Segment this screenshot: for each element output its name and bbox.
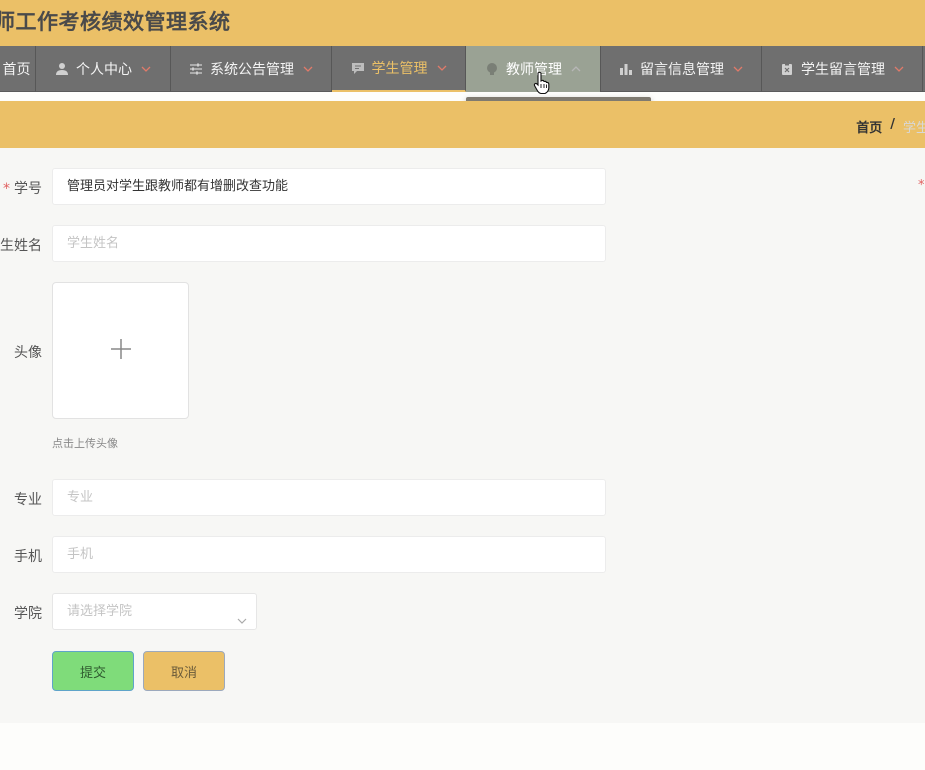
comment-icon [350, 60, 366, 76]
avatar-upload-tip: 点击上传头像 [52, 437, 118, 450]
chevron-up-icon [570, 63, 582, 75]
chevron-down-icon [893, 63, 905, 75]
bulb-icon [484, 61, 500, 77]
student-id-label: * 学号 [3, 181, 42, 197]
required-mark: * [3, 181, 10, 197]
nav-item-student-message[interactable]: 学生留言管理 [762, 46, 923, 92]
nav-item-label: 个人中心 [76, 62, 132, 78]
app-title: 师工作考核绩效管理系统 [0, 10, 231, 34]
college-label: 学院 [14, 606, 42, 622]
phone-label: 手机 [14, 549, 42, 565]
title-bar: 师工作考核绩效管理系统 [0, 0, 925, 46]
nav-item-label: 留言信息管理 [640, 62, 724, 78]
breadcrumb-separator: / [890, 117, 895, 132]
chevron-down-icon [140, 63, 152, 75]
user-icon [54, 61, 70, 77]
phone-input[interactable]: 手机 [52, 536, 606, 573]
form-area: *学号 管理员对学生跟教师都有增删改查功能 * 学生姓名 学生姓名 头像 点击上… [0, 148, 925, 723]
student-id-input[interactable]: 管理员对学生跟教师都有增删改查功能 [52, 168, 606, 205]
sliders-icon [188, 61, 204, 77]
bar-chart-icon [618, 61, 634, 77]
plus-icon [109, 337, 133, 365]
nav-item-personal-center[interactable]: 个人中心 [36, 46, 171, 92]
major-label: 专业 [14, 492, 42, 508]
chevron-down-icon [436, 62, 448, 74]
required-mark: * [918, 178, 925, 193]
breadcrumb-bar: 首页 / 学生 [0, 101, 925, 148]
nav-item-message-info[interactable]: 留言信息管理 [601, 46, 762, 92]
nav-item-label: 学生管理 [371, 61, 428, 77]
breadcrumb-current: 学生 [903, 121, 925, 136]
nav-item-label: 首页 [2, 62, 31, 78]
chevron-down-icon [732, 63, 744, 75]
avatar-label: 头像 [14, 345, 42, 361]
college-select-placeholder: 请选择学院 [67, 604, 133, 619]
chevron-down-icon [302, 63, 314, 75]
nav-item-announcement[interactable]: 系统公告管理 [171, 46, 332, 92]
chevron-down-icon [236, 606, 248, 624]
college-select[interactable]: 请选择学院 [52, 593, 257, 630]
avatar-upload[interactable] [52, 282, 189, 419]
hand-cursor-icon [533, 71, 551, 95]
clipboard-icon [779, 61, 795, 77]
nav-item-home[interactable]: 首页 [0, 46, 36, 92]
breadcrumb-home[interactable]: 首页 [856, 117, 882, 136]
cancel-button[interactable]: 取消 [143, 651, 225, 691]
student-name-label: 学生姓名 [0, 238, 42, 254]
nav-item-label: 系统公告管理 [210, 62, 294, 78]
breadcrumb: 首页 / 学生 [856, 117, 925, 136]
submit-button[interactable]: 提交 [52, 651, 134, 691]
major-input[interactable]: 专业 [52, 479, 606, 516]
student-name-input[interactable]: 学生姓名 [52, 225, 606, 262]
nav-item-student-management[interactable]: 学生管理 [332, 46, 466, 92]
top-nav: 首页 个人中心 系统公告管理 学生管理 教师管理 留言信息管理 学生留言管理 [0, 46, 925, 92]
nav-item-label: 学生留言管理 [801, 62, 885, 78]
